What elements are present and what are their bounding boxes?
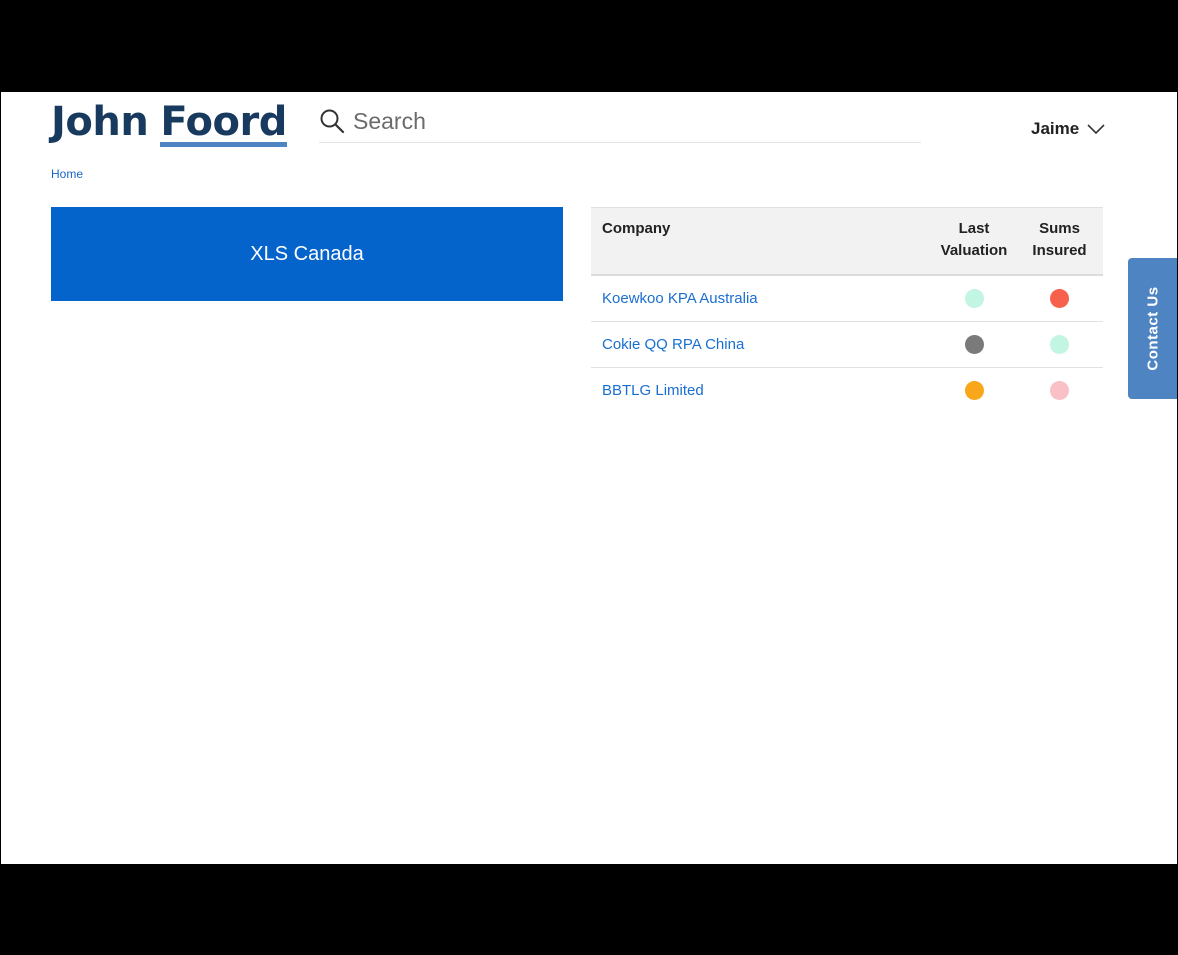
sums-insured-status-dot — [1050, 289, 1069, 308]
last-valuation-cell — [932, 321, 1016, 368]
column-header-company[interactable]: Company — [591, 208, 932, 276]
last-valuation-cell — [932, 275, 1016, 322]
table-header-row: Company Last Valuation Sums Insured — [591, 207, 1103, 276]
search-icon[interactable] — [319, 108, 345, 134]
logo-word-john: John — [51, 99, 149, 145]
search-bar — [319, 100, 921, 143]
letterbox-top — [0, 0, 1178, 92]
company-link[interactable]: Koewkoo KPA Australia — [602, 290, 758, 307]
last-valuation-cell — [932, 368, 1016, 414]
contact-us-tab[interactable]: Contact Us — [1128, 258, 1177, 399]
sums-insured-status-dot — [1050, 381, 1069, 400]
company-cell: Koewkoo KPA Australia — [591, 275, 932, 322]
user-name: Jaime — [1031, 119, 1080, 138]
company-cell: Cokie QQ RPA China — [591, 321, 932, 368]
letterbox-bottom — [0, 864, 1178, 955]
companies-table: Company Last Valuation Sums Insured Koew… — [591, 207, 1103, 413]
chevron-down-icon — [1087, 124, 1105, 135]
sums-insured-status-dot — [1050, 335, 1069, 354]
company-link[interactable]: BBTLG Limited — [602, 382, 704, 399]
company-link[interactable]: Cokie QQ RPA China — [602, 336, 744, 353]
company-card[interactable]: XLS Canada — [51, 207, 563, 301]
last-valuation-status-dot — [964, 289, 984, 308]
column-header-last-valuation[interactable]: Last Valuation — [932, 208, 1016, 276]
table-row: Cokie QQ RPA China — [591, 321, 1103, 368]
page: John Foord Jaime Home XLS Canada Company — [1, 92, 1177, 864]
sums-insured-cell — [1016, 368, 1103, 414]
contact-us-label: Contact Us — [1144, 286, 1162, 371]
john-foord-logo[interactable]: John Foord — [51, 100, 287, 147]
sums-insured-cell — [1016, 275, 1103, 322]
company-cell: BBTLG Limited — [591, 368, 932, 414]
column-header-sums-insured[interactable]: Sums Insured — [1016, 208, 1103, 276]
table-row: BBTLG Limited — [591, 368, 1103, 414]
company-card-title: XLS Canada — [250, 242, 364, 265]
search-input[interactable] — [351, 106, 895, 136]
breadcrumb-home[interactable]: Home — [51, 167, 83, 181]
last-valuation-status-dot — [964, 335, 984, 354]
last-valuation-status-dot — [964, 381, 984, 400]
logo-word-foord: Foord — [160, 99, 287, 147]
sums-insured-cell — [1016, 321, 1103, 368]
user-menu[interactable]: Jaime — [1031, 119, 1105, 139]
table-row: Koewkoo KPA Australia — [591, 275, 1103, 322]
